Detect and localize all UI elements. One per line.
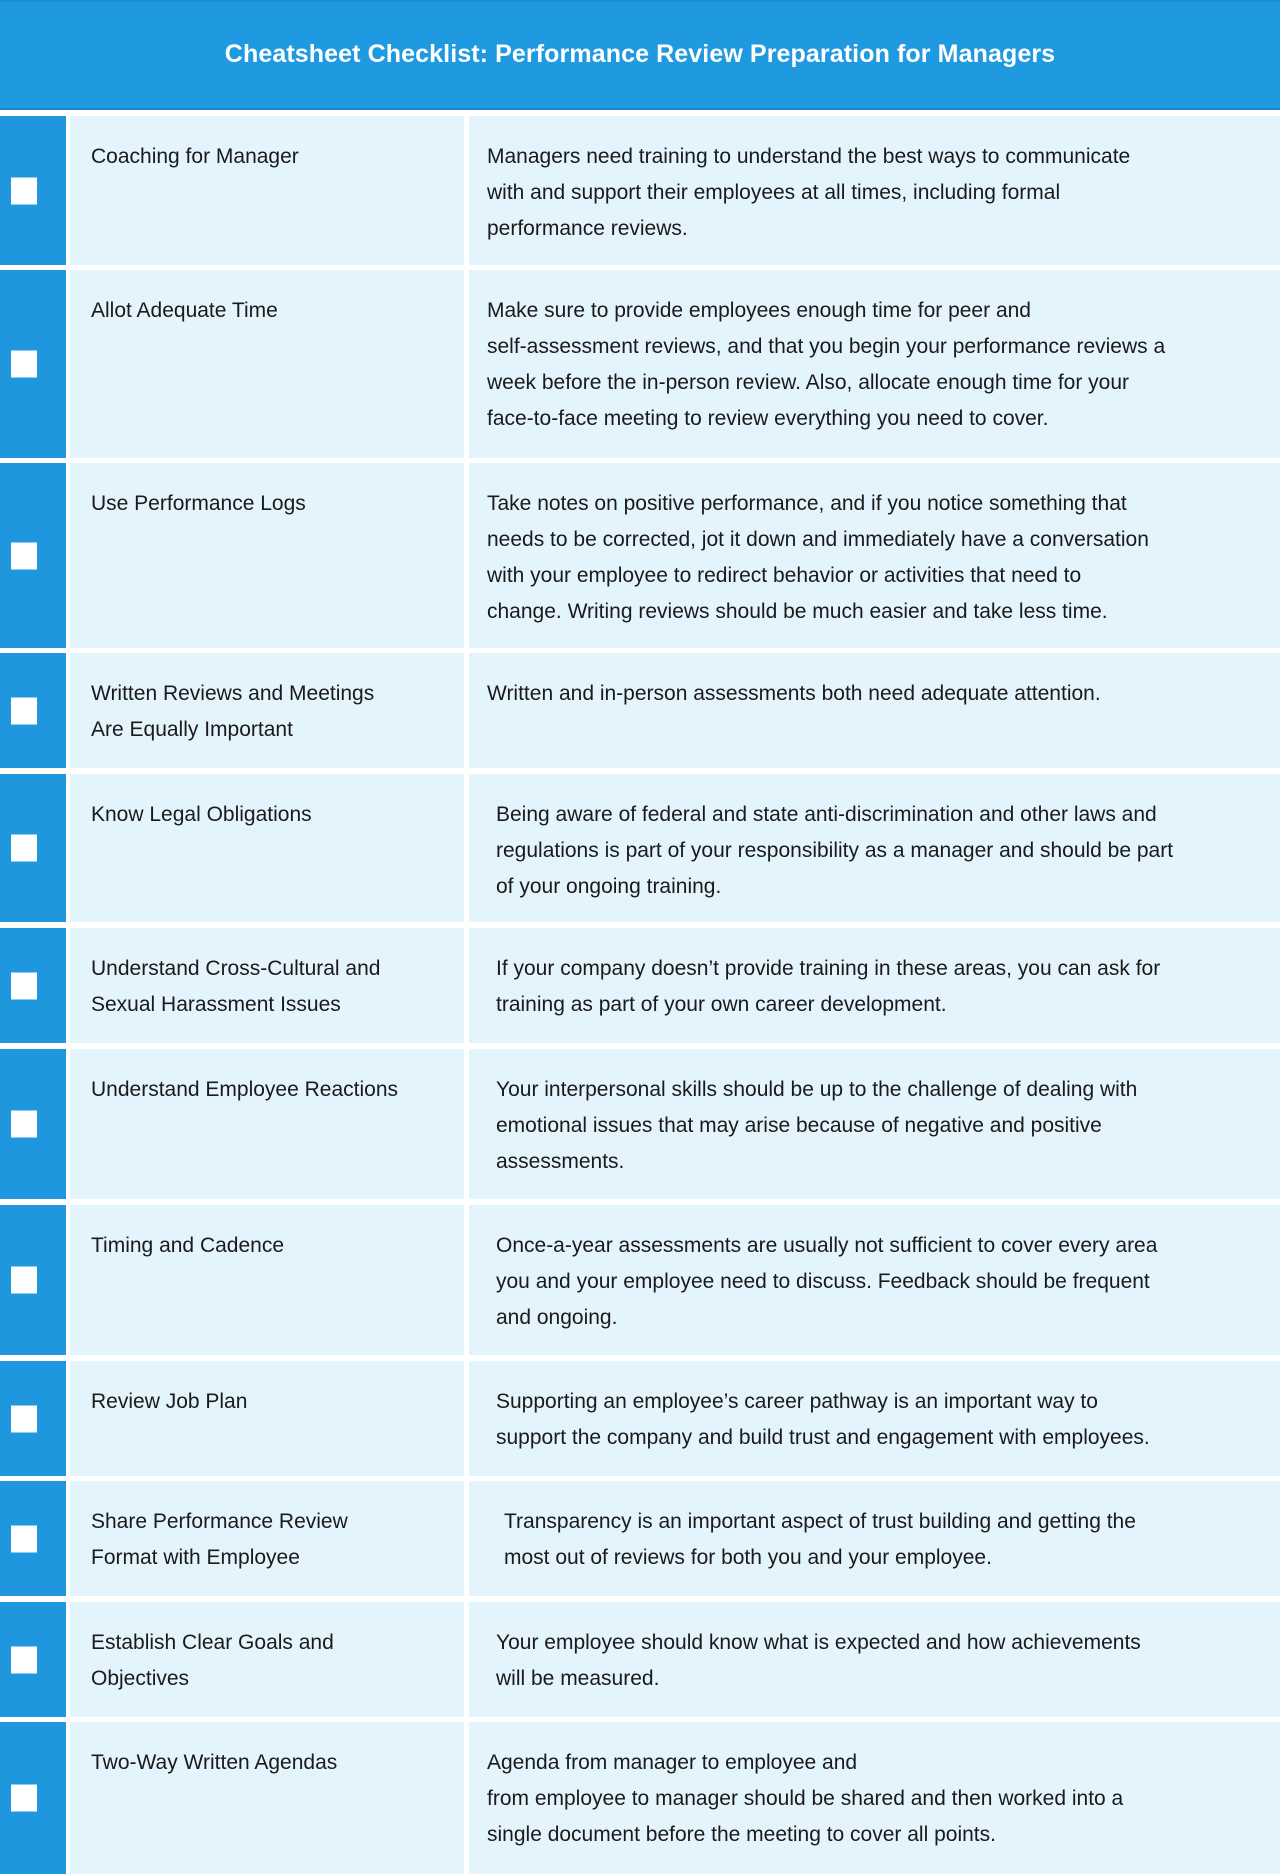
item-label-cell: Use Performance Logs — [70, 463, 464, 648]
item-label: Two-Way Written Agendas — [91, 1751, 338, 1774]
checkbox-column — [0, 928, 66, 1043]
checkbox[interactable] — [11, 834, 37, 862]
item-description-cell: Take notes on positive performance, and … — [469, 463, 1280, 648]
checklist-row: Written Reviews and Meetings Are Equally… — [0, 653, 1280, 768]
item-label: Understand Employee Reactions — [91, 1078, 399, 1101]
checklist-row: Understand Employee Reactions Your inter… — [0, 1049, 1280, 1199]
item-description: Supporting an employee’s career pathway … — [496, 1390, 1150, 1449]
checkbox[interactable] — [11, 972, 37, 999]
item-label: Use Performance Logs — [91, 492, 306, 515]
item-label-cell: Understand Employee Reactions — [70, 1049, 464, 1199]
item-description-cell: Written and in-person assessments both n… — [469, 653, 1280, 768]
item-description: Written and in-person assessments both n… — [487, 682, 1101, 705]
item-label: Know Legal Obligations — [91, 803, 312, 826]
page-title: Cheatsheet Checklist: Performance Review… — [224, 39, 1056, 68]
checkbox[interactable] — [11, 1784, 37, 1812]
item-description: Transparency is an important aspect of t… — [504, 1510, 1136, 1569]
checklist-row: Understand Cross-Cultural and Sexual Har… — [0, 928, 1280, 1043]
checkbox-column — [0, 1361, 66, 1476]
item-description: Your employee should know what is expect… — [496, 1631, 1141, 1690]
checkbox-column — [0, 1722, 66, 1874]
checklist-row: Share Performance Review Format with Emp… — [0, 1481, 1280, 1596]
item-description-cell: Agenda from manager to employee and from… — [469, 1722, 1280, 1874]
checklist-row: Review Job Plan Supporting an employee’s… — [0, 1361, 1280, 1476]
item-label: Review Job Plan — [91, 1390, 248, 1413]
checkbox[interactable] — [11, 697, 37, 724]
checkbox-column — [0, 463, 66, 648]
item-label-cell: Know Legal Obligations — [70, 774, 464, 922]
item-label-cell: Written Reviews and Meetings Are Equally… — [70, 653, 464, 768]
checkbox[interactable] — [11, 542, 37, 569]
item-description-cell: Your interpersonal skills should be up t… — [469, 1049, 1280, 1199]
item-label: Coaching for Manager — [91, 145, 299, 168]
item-label-cell: Understand Cross-Cultural and Sexual Har… — [70, 928, 464, 1043]
item-description-cell: Managers need training to understand the… — [469, 116, 1280, 265]
item-label: Allot Adequate Time — [91, 299, 278, 322]
item-label-cell: Coaching for Manager — [70, 116, 464, 265]
checkbox-column — [0, 1205, 66, 1355]
item-label-cell: Share Performance Review Format with Emp… — [70, 1481, 464, 1596]
item-label-cell: Two-Way Written Agendas — [70, 1722, 464, 1874]
item-description: Take notes on positive performance, and … — [487, 492, 1149, 623]
item-label-cell: Allot Adequate Time — [70, 270, 464, 458]
item-description-cell: Being aware of federal and state anti-di… — [469, 774, 1280, 922]
item-description-cell: If your company doesn’t provide training… — [469, 928, 1280, 1043]
item-label-cell: Timing and Cadence — [70, 1205, 464, 1355]
item-label: Understand Cross-Cultural and Sexual Har… — [91, 957, 381, 1016]
checklist-row: Timing and Cadence Once-a-year assessmen… — [0, 1205, 1280, 1355]
checkbox-column — [0, 1602, 66, 1717]
item-description: Once-a-year assessments are usually not … — [496, 1234, 1158, 1329]
item-label: Establish Clear Goals and Objectives — [91, 1631, 334, 1690]
checkbox-column — [0, 1049, 66, 1199]
item-label-cell: Establish Clear Goals and Objectives — [70, 1602, 464, 1717]
checkbox[interactable] — [11, 1646, 37, 1673]
item-description-cell: Once-a-year assessments are usually not … — [469, 1205, 1280, 1355]
checklist-row: Know Legal Obligations Being aware of fe… — [0, 774, 1280, 922]
checklist-row: Two-Way Written Agendas Agenda from mana… — [0, 1722, 1280, 1874]
checkbox[interactable] — [11, 350, 37, 378]
checklist-row: Coaching for Manager Managers need train… — [0, 116, 1280, 265]
checkbox-column — [0, 653, 66, 768]
item-description-cell: Your employee should know what is expect… — [469, 1602, 1280, 1717]
item-description-cell: Supporting an employee’s career pathway … — [469, 1361, 1280, 1476]
item-description: Make sure to provide employees enough ti… — [487, 299, 1166, 430]
checklist-row: Use Performance Logs Take notes on posit… — [0, 463, 1280, 648]
checkbox-column — [0, 270, 66, 458]
checklist-row: Allot Adequate Time Make sure to provide… — [0, 270, 1280, 458]
item-description: Your interpersonal skills should be up t… — [496, 1078, 1138, 1173]
checkbox-column — [0, 1481, 66, 1596]
checklist-header: Cheatsheet Checklist: Performance Review… — [0, 0, 1280, 110]
checkbox[interactable] — [11, 177, 37, 204]
item-description: Being aware of federal and state anti-di… — [496, 803, 1174, 898]
checkbox[interactable] — [11, 1110, 37, 1138]
checkbox-column — [0, 774, 66, 922]
item-description-cell: Make sure to provide employees enough ti… — [469, 270, 1280, 458]
checklist-row: Establish Clear Goals and Objectives You… — [0, 1602, 1280, 1717]
item-description: If your company doesn’t provide training… — [496, 957, 1161, 1016]
item-label: Share Performance Review Format with Emp… — [91, 1510, 348, 1569]
item-label-cell: Review Job Plan — [70, 1361, 464, 1476]
item-label: Timing and Cadence — [91, 1234, 284, 1257]
item-description: Managers need training to understand the… — [487, 145, 1131, 240]
checkbox[interactable] — [11, 1405, 37, 1432]
checkbox-column — [0, 116, 66, 265]
item-description: Agenda from manager to employee and from… — [487, 1751, 1124, 1846]
checkbox[interactable] — [11, 1266, 37, 1294]
item-label: Written Reviews and Meetings Are Equally… — [91, 682, 375, 741]
item-description-cell: Transparency is an important aspect of t… — [469, 1481, 1280, 1596]
checkbox[interactable] — [11, 1525, 37, 1552]
